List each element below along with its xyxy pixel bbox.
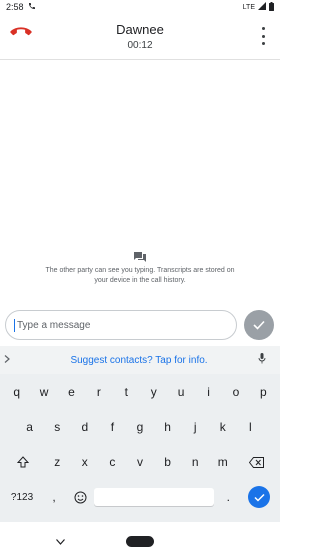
key-p[interactable]: p [251, 378, 276, 406]
shift-icon [17, 456, 30, 468]
soft-keyboard: q w e r t y u i o p a s d f g h j k l z … [0, 374, 280, 522]
key-y[interactable]: y [141, 378, 166, 406]
key-g[interactable]: g [127, 413, 153, 441]
key-n[interactable]: n [182, 448, 208, 476]
keyboard-row-3: z x c v b n m [3, 448, 277, 476]
nav-back-chevron-icon[interactable] [56, 537, 65, 548]
key-e[interactable]: e [59, 378, 84, 406]
key-x[interactable]: x [72, 448, 98, 476]
nav-home-pill[interactable] [126, 536, 154, 547]
key-c[interactable]: c [100, 448, 126, 476]
chevron-right-icon[interactable] [4, 354, 20, 366]
key-o[interactable]: o [223, 378, 248, 406]
key-b[interactable]: b [155, 448, 181, 476]
send-button[interactable] [244, 310, 274, 340]
key-r[interactable]: r [86, 378, 111, 406]
emoji-key[interactable] [68, 483, 92, 511]
key-m[interactable]: m [210, 448, 236, 476]
key-d[interactable]: d [72, 413, 98, 441]
call-duration: 00:12 [127, 40, 153, 51]
key-j[interactable]: j [182, 413, 208, 441]
signal-icon [258, 2, 266, 12]
key-h[interactable]: h [155, 413, 181, 441]
more-options-button[interactable] [260, 27, 266, 45]
network-type: LTE [242, 3, 255, 11]
key-comma[interactable]: , [42, 483, 66, 511]
key-q[interactable]: q [4, 378, 29, 406]
key-l[interactable]: l [238, 413, 264, 441]
key-f[interactable]: f [100, 413, 126, 441]
message-compose-field[interactable] [5, 310, 237, 340]
status-time: 2:58 [6, 2, 24, 12]
key-period[interactable]: . [216, 483, 240, 511]
keyboard-suggestion-bar: Suggest contacts? Tap for info. [0, 346, 280, 374]
key-z[interactable]: z [44, 448, 70, 476]
call-active-icon [28, 2, 36, 12]
keyboard-row-1: q w e r t y u i o p [3, 378, 277, 406]
symbols-key[interactable]: ?123 [4, 483, 40, 511]
transcript-notice: The other party can see you typing. Tran… [40, 252, 240, 286]
key-k[interactable]: k [210, 413, 236, 441]
status-right-cluster: LTE [242, 1, 274, 13]
more-vert-icon [261, 27, 265, 30]
space-bar[interactable] [94, 488, 215, 506]
status-bar: 2:58 LTE [0, 0, 280, 14]
enter-key[interactable] [242, 483, 276, 511]
suggest-contacts-link[interactable]: Suggest contacts? Tap for info. [20, 355, 258, 366]
key-t[interactable]: t [114, 378, 139, 406]
message-input[interactable] [17, 319, 217, 331]
backspace-key[interactable] [238, 448, 276, 476]
keyboard-row-4: ?123 , . [3, 483, 277, 511]
key-i[interactable]: i [196, 378, 221, 406]
key-u[interactable]: u [168, 378, 193, 406]
call-header: Dawnee 00:12 [0, 14, 280, 60]
keyboard-row-2: a s d f g h j k l [3, 413, 277, 441]
transcript-notice-text: The other party can see you typing. Tran… [45, 267, 235, 284]
enter-check-button [248, 486, 271, 508]
key-a[interactable]: a [17, 413, 43, 441]
check-icon [254, 493, 265, 502]
battery-icon [269, 1, 274, 13]
shift-key[interactable] [4, 448, 42, 476]
backspace-icon [249, 456, 265, 468]
caller-name: Dawnee [116, 22, 164, 37]
system-nav-bar [0, 522, 280, 560]
key-s[interactable]: s [44, 413, 70, 441]
chat-icon [134, 252, 146, 262]
key-w[interactable]: w [31, 378, 56, 406]
key-v[interactable]: v [127, 448, 153, 476]
check-icon [253, 320, 265, 330]
mic-icon[interactable] [258, 351, 274, 369]
emoji-icon [74, 491, 87, 503]
text-cursor [14, 318, 15, 332]
header-divider [0, 59, 280, 60]
